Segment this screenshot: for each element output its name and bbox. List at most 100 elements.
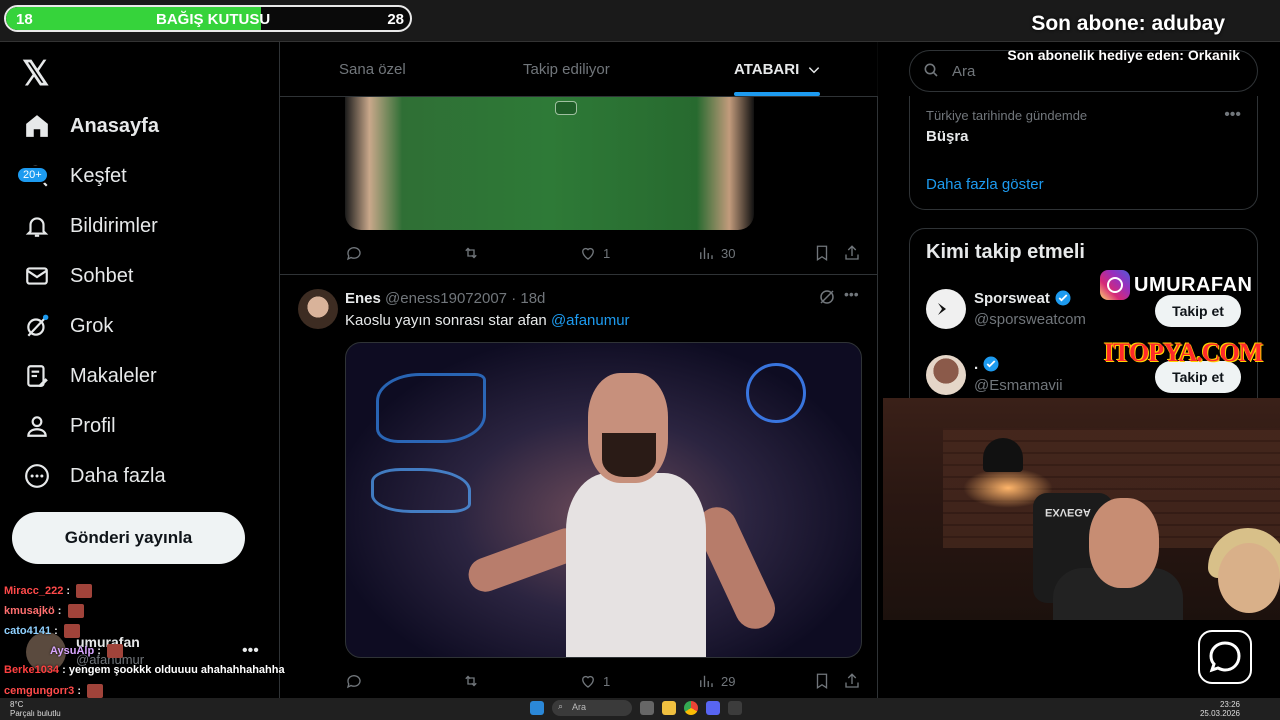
grok-icon xyxy=(12,313,62,339)
weather-text: Parçalı bulutlu xyxy=(10,709,61,718)
sponsor-logo: ITOPYA.COM xyxy=(1104,338,1263,367)
nav-articles-label: Makaleler xyxy=(70,364,157,387)
tweet-media-image[interactable] xyxy=(345,97,754,230)
bookmark-button[interactable] xyxy=(813,672,831,690)
share-icon xyxy=(845,673,859,688)
chat-username: Miracc_222 xyxy=(4,584,64,597)
tweet-timestamp[interactable]: · 18d xyxy=(511,290,545,307)
views-button[interactable]: 29 xyxy=(697,672,735,690)
shirt-logo xyxy=(555,101,577,115)
webcam-feed: EXVEGA xyxy=(883,398,1280,620)
repost-button[interactable] xyxy=(462,244,480,262)
weather-widget[interactable]: 8°C Parçalı bulutlu xyxy=(10,700,61,718)
suggested-account-handle: @Esmamavii xyxy=(974,377,1063,394)
donation-progress-bar: 18 BAĞIŞ KUTUSU 28 xyxy=(4,5,412,32)
instagram-overlay: UMURAFAN xyxy=(1100,270,1252,300)
emote-icon xyxy=(63,624,80,638)
nav-explore[interactable]: Keşfet xyxy=(12,154,262,198)
nav-chat[interactable]: Sohbet xyxy=(12,254,262,298)
chevron-down-icon xyxy=(809,67,820,74)
bell-icon xyxy=(12,213,62,239)
chrome-icon[interactable] xyxy=(684,701,698,715)
tweet-author-handle[interactable]: @eness19072007 xyxy=(385,290,507,307)
trend-more-icon[interactable]: ••• xyxy=(1224,106,1241,124)
clock-date: 25.03.2026 xyxy=(1199,709,1240,718)
discord-icon[interactable] xyxy=(706,701,720,715)
tweet-mention-link[interactable]: @afanumur xyxy=(551,312,630,329)
avatar[interactable] xyxy=(926,355,966,395)
nav-explore-label: Keşfet xyxy=(70,164,127,187)
reply-icon xyxy=(346,247,361,261)
reply-button[interactable] xyxy=(345,244,363,262)
tweet-author-name[interactable]: Enes xyxy=(345,290,381,307)
neon-sign xyxy=(376,373,486,443)
video-figure xyxy=(602,433,656,477)
reply-icon xyxy=(346,675,361,689)
stream-chat-overlay: Miracc_222 : kmusajkö : cato4141 : AysuA… xyxy=(0,580,285,700)
taskbar-apps: ⌕ Ara xyxy=(530,700,742,716)
avatar[interactable] xyxy=(298,289,338,329)
messages-fab-button[interactable] xyxy=(1198,630,1252,684)
emote-icon xyxy=(107,644,123,658)
windows-start-icon[interactable] xyxy=(530,701,544,715)
chat-username: kmusajkö xyxy=(4,604,55,617)
grok-analyze-icon[interactable] xyxy=(818,288,836,311)
tweet-divider xyxy=(280,274,878,275)
trend-item[interactable]: Büşra xyxy=(926,128,969,145)
taskbar-search[interactable]: ⌕ Ara xyxy=(552,700,632,716)
nav-grok[interactable]: Grok xyxy=(12,304,262,348)
nav-home[interactable]: Anasayfa xyxy=(12,104,262,148)
taskbar-clock[interactable]: 23:26 25.03.2026 xyxy=(1200,700,1240,718)
like-button[interactable]: 1 xyxy=(579,244,610,262)
like-button[interactable]: 1 xyxy=(579,672,610,690)
instagram-icon xyxy=(1100,270,1130,300)
nav-more-label: Daha fazla xyxy=(70,464,166,487)
chat-text: yengem şookkk olduuuu ahahahhahahha xyxy=(68,664,285,676)
person-icon xyxy=(12,413,62,439)
video-figure xyxy=(566,473,706,657)
show-more-link[interactable]: Daha fazla göster xyxy=(926,176,1044,193)
suggested-account-name[interactable]: Sporsweat xyxy=(974,289,1072,307)
x-logo-icon[interactable]: 𝕏 xyxy=(22,54,49,94)
nav-articles[interactable]: Makaleler xyxy=(12,354,262,398)
task-view-icon[interactable] xyxy=(640,701,654,715)
suggested-account-handle: @sporsweatcom xyxy=(974,311,1086,328)
avatar[interactable] xyxy=(926,289,966,329)
tweet-actions: 1 29 xyxy=(345,672,865,694)
view-count: 29 xyxy=(721,673,736,689)
repost-button[interactable] xyxy=(462,672,480,690)
tab-following[interactable]: Takip ediliyor xyxy=(523,61,610,78)
tab-atabari[interactable]: ATABARI xyxy=(734,61,821,78)
feed-tabs: Sana özel Takip ediliyor ATABARI xyxy=(280,42,878,97)
reply-button[interactable] xyxy=(345,672,363,690)
tweet-header: Enes @eness19072007 · 18d xyxy=(345,290,545,307)
mail-icon xyxy=(12,263,62,289)
last-subscriber-overlay: Son abone: adubay xyxy=(1031,12,1225,35)
chat-username: AysuAlp xyxy=(50,644,95,657)
share-button[interactable] xyxy=(843,672,861,690)
tweet-text: Kaoslu yayın sonrası star afan @afanumur xyxy=(345,312,630,329)
main-feed: Sana özel Takip ediliyor ATABARI 1 30 En… xyxy=(279,42,878,700)
tweet-media-video[interactable] xyxy=(345,342,862,658)
nav-more[interactable]: Daha fazla xyxy=(12,454,262,498)
donation-end-value: 28 xyxy=(387,11,404,28)
suggested-account-name[interactable]: . xyxy=(974,355,1000,373)
nav-notifications[interactable]: Bildirimler xyxy=(12,204,262,248)
chat-message: AysuAlp : xyxy=(50,644,123,658)
nav-profile[interactable]: Profil xyxy=(12,404,262,448)
neon-sign xyxy=(746,363,806,423)
tab-for-you[interactable]: Sana özel xyxy=(339,61,406,78)
file-explorer-icon[interactable] xyxy=(662,701,676,715)
tab-atabari-label: ATABARI xyxy=(734,61,800,78)
app-icon[interactable] xyxy=(728,701,742,715)
post-button[interactable]: Gönderi yayınla xyxy=(12,512,245,564)
emote-icon xyxy=(67,604,84,618)
nav-notifications-label: Bildirimler xyxy=(70,214,158,237)
bookmark-button[interactable] xyxy=(813,244,831,262)
tweet-more-icon[interactable]: ••• xyxy=(844,286,859,302)
trends-panel: Türkiye tarihinde gündemde Büşra ••• Dah… xyxy=(909,96,1258,210)
share-button[interactable] xyxy=(843,244,861,262)
streamer-figure xyxy=(1089,498,1159,588)
active-tab-indicator xyxy=(734,92,820,96)
views-button[interactable]: 30 xyxy=(697,244,735,262)
